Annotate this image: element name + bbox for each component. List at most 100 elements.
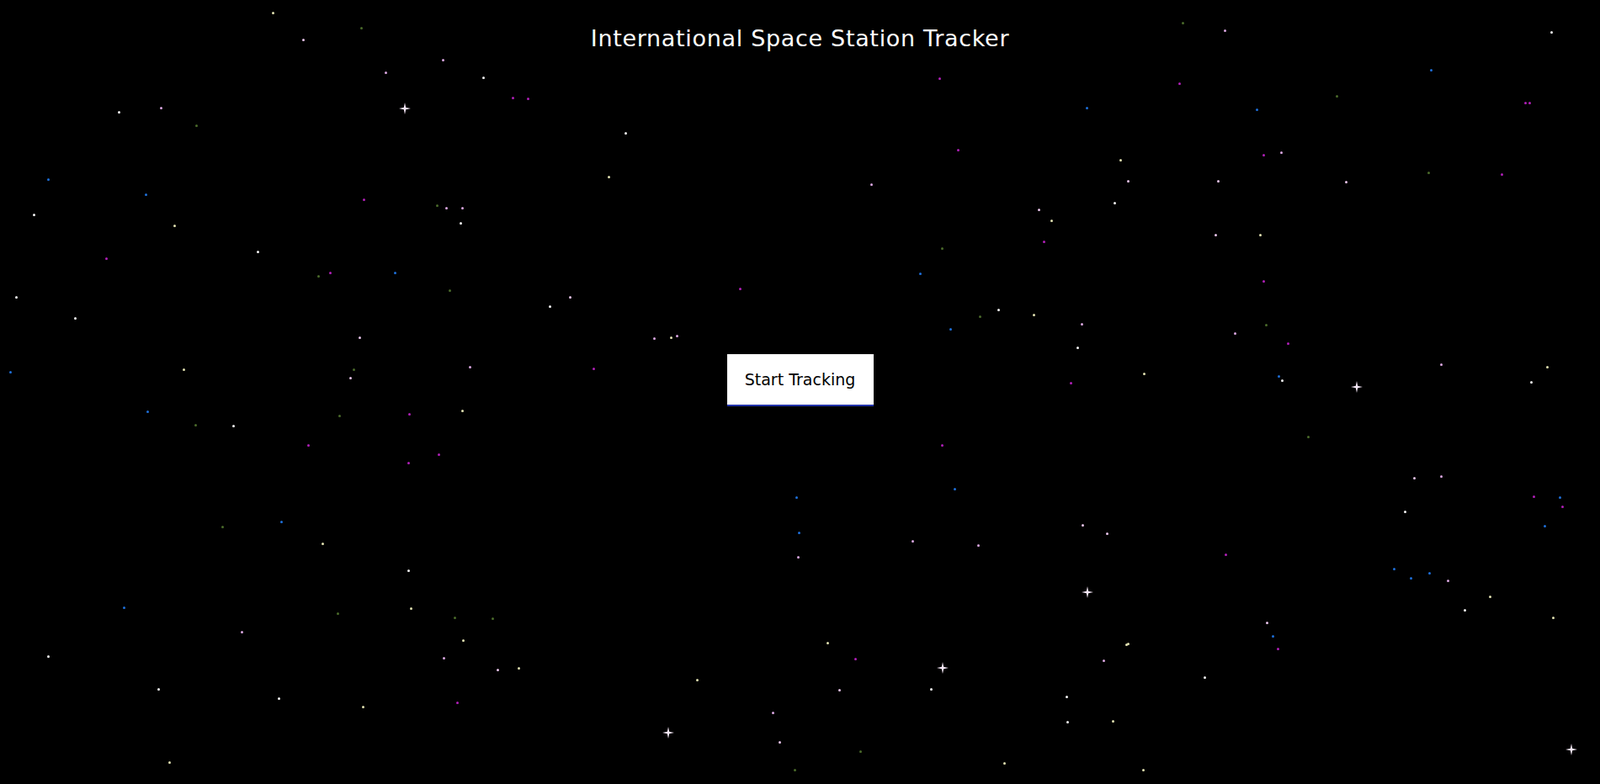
star [940, 444, 944, 447]
star [911, 540, 915, 543]
star [1217, 180, 1220, 183]
star [462, 639, 465, 643]
star [336, 612, 340, 616]
star [321, 542, 325, 546]
star [9, 371, 12, 374]
star [1081, 524, 1085, 527]
star [953, 488, 957, 491]
star [797, 531, 801, 535]
star [793, 769, 797, 772]
star [240, 631, 244, 634]
star [1111, 720, 1115, 723]
page-title: International Space Station Tracker [590, 23, 1010, 76]
star [940, 247, 944, 250]
star [1265, 621, 1269, 625]
star [1126, 180, 1130, 183]
star [1126, 643, 1130, 646]
star [1335, 95, 1339, 98]
star [1142, 769, 1145, 772]
star [1113, 201, 1117, 205]
star [461, 409, 464, 413]
star [317, 275, 320, 278]
star [938, 77, 941, 80]
star [408, 413, 411, 416]
star [1181, 21, 1185, 25]
star [1280, 151, 1283, 155]
star [1223, 29, 1227, 32]
star [607, 175, 611, 179]
star [482, 76, 485, 80]
star [1344, 180, 1348, 184]
star [1102, 659, 1106, 663]
star [1050, 219, 1053, 223]
star [256, 250, 260, 254]
star [1066, 721, 1069, 724]
main-area: Start Tracking [0, 75, 1600, 784]
star [675, 334, 679, 338]
star [407, 462, 410, 465]
star [1203, 676, 1207, 680]
star [653, 337, 656, 341]
star [1214, 233, 1218, 237]
star [949, 328, 952, 331]
star [568, 296, 572, 299]
star [1085, 106, 1089, 110]
star [302, 38, 305, 42]
star [1076, 346, 1080, 350]
star [277, 697, 281, 701]
star [1105, 532, 1109, 536]
star [738, 287, 742, 291]
star [445, 207, 448, 210]
star [1409, 577, 1413, 580]
star [1440, 363, 1443, 367]
star [1003, 762, 1006, 766]
star [459, 222, 463, 225]
start-tracking-button[interactable]: Start Tracking [727, 354, 874, 407]
star [307, 444, 310, 447]
star [795, 496, 798, 500]
star [1403, 510, 1407, 514]
star [437, 453, 441, 457]
star [797, 556, 800, 559]
star [854, 658, 857, 661]
star [1440, 475, 1443, 479]
star [778, 741, 782, 745]
star [144, 193, 148, 197]
star [1552, 616, 1555, 620]
star [407, 569, 410, 573]
star [696, 679, 699, 682]
star [15, 296, 18, 299]
star [329, 271, 332, 275]
star [105, 257, 108, 261]
star [1042, 240, 1046, 244]
star [393, 271, 397, 275]
star [1550, 31, 1553, 34]
star [384, 71, 388, 75]
star [280, 520, 283, 524]
star [1080, 323, 1084, 326]
star [1429, 69, 1433, 72]
star [221, 526, 224, 529]
star [1262, 280, 1266, 283]
star [838, 689, 841, 692]
star [358, 336, 362, 340]
star [1259, 233, 1262, 237]
star [349, 377, 352, 380]
star [1488, 595, 1492, 599]
star [195, 124, 198, 128]
star [232, 425, 235, 428]
star [74, 317, 77, 320]
star [435, 204, 439, 208]
star [511, 96, 515, 100]
star [1178, 82, 1181, 86]
star [194, 424, 197, 427]
star [361, 706, 365, 709]
star [182, 368, 186, 372]
star [1286, 342, 1290, 346]
star [491, 617, 495, 621]
star [352, 368, 356, 372]
star [47, 178, 50, 181]
star [592, 367, 596, 371]
star [956, 148, 960, 152]
star [409, 607, 413, 611]
